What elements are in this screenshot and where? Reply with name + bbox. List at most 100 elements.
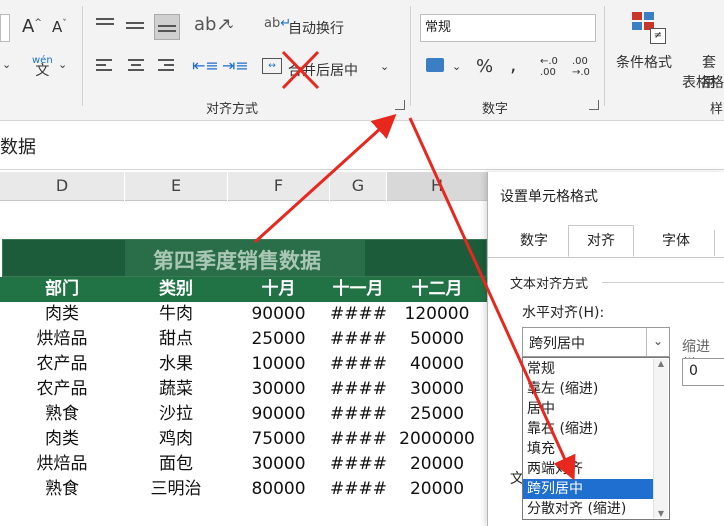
chevron-down-icon[interactable]: ⌄ bbox=[2, 58, 11, 71]
table-cell[interactable]: #### bbox=[330, 327, 387, 352]
scroll-up-icon[interactable]: ▲ bbox=[654, 359, 668, 368]
table-cell[interactable]: 面包 bbox=[125, 452, 227, 477]
column-header-e[interactable]: E bbox=[125, 172, 227, 201]
grow-font-icon[interactable]: A^ bbox=[22, 16, 42, 37]
accounting-format-icon[interactable] bbox=[426, 58, 444, 72]
wrap-text-label[interactable]: 自动换行 bbox=[288, 18, 344, 38]
conditional-format-label[interactable]: 条件格式 bbox=[616, 52, 672, 72]
increase-decimal-icon[interactable]: ←.0.00 bbox=[540, 56, 558, 78]
align-left-icon[interactable] bbox=[96, 58, 116, 76]
header-cell[interactable]: 部门 bbox=[0, 277, 124, 302]
column-header-d[interactable]: D bbox=[0, 172, 124, 201]
scroll-down-icon[interactable]: ▼ bbox=[654, 509, 668, 518]
merge-center-icon[interactable]: ↔ bbox=[262, 58, 282, 74]
align-right-icon[interactable] bbox=[156, 58, 176, 76]
table-cell[interactable]: 水果 bbox=[125, 352, 227, 377]
align-top-icon[interactable] bbox=[96, 16, 116, 36]
conditional-format-icon[interactable]: ≠ bbox=[632, 12, 666, 44]
table-cell[interactable]: #### bbox=[330, 402, 387, 427]
table-cell[interactable]: 烘焙品 bbox=[0, 452, 124, 477]
header-cell[interactable]: 十月 bbox=[228, 277, 329, 302]
tab-font[interactable]: 字体 bbox=[644, 226, 708, 256]
chevron-down-icon[interactable]: ⌄ bbox=[452, 60, 461, 73]
decrease-indent-icon[interactable]: ⇤≡ bbox=[192, 56, 219, 75]
table-cell[interactable]: 50000 bbox=[387, 327, 487, 352]
table-cell[interactable]: 鸡肉 bbox=[125, 427, 227, 452]
dropdown-option-center-across-selection[interactable]: 跨列居中 bbox=[523, 479, 653, 499]
comma-button[interactable]: , bbox=[510, 52, 516, 76]
table-cell[interactable]: 蔬菜 bbox=[125, 377, 227, 402]
indent-input[interactable]: 0 bbox=[682, 358, 724, 386]
table-cell[interactable]: 2000000 bbox=[387, 427, 487, 452]
table-cell[interactable]: 熟食 bbox=[0, 477, 124, 502]
table-cell[interactable]: 30000 bbox=[228, 452, 329, 477]
align-bottom-icon[interactable] bbox=[154, 14, 180, 40]
table-cell[interactable]: #### bbox=[330, 352, 387, 377]
table-cell[interactable]: 30000 bbox=[387, 377, 487, 402]
table-cell[interactable]: 熟食 bbox=[0, 402, 124, 427]
table-cell[interactable]: #### bbox=[330, 377, 387, 402]
dropdown-option-justify[interactable]: 两端对齐 bbox=[523, 459, 653, 479]
table-cell[interactable]: #### bbox=[330, 427, 387, 452]
table-cell[interactable]: 90000 bbox=[228, 302, 329, 327]
table-cell[interactable]: #### bbox=[330, 302, 387, 327]
table-cell[interactable]: 农产品 bbox=[0, 377, 124, 402]
tab-border-edge[interactable] bbox=[714, 230, 724, 256]
table-cell[interactable]: 90000 bbox=[228, 402, 329, 427]
header-cell[interactable]: 类别 bbox=[125, 277, 227, 302]
table-cell[interactable]: 烘焙品 bbox=[0, 327, 124, 352]
table-cell[interactable]: 三明治 bbox=[125, 477, 227, 502]
chevron-down-icon[interactable]: ⌄ bbox=[646, 328, 669, 356]
table-cell[interactable]: #### bbox=[330, 452, 387, 477]
table-cell[interactable]: 甜点 bbox=[125, 327, 227, 352]
table-format-label-bottom[interactable]: 表格格 bbox=[682, 72, 724, 92]
column-header-h[interactable]: H bbox=[387, 172, 487, 201]
table-cell[interactable]: 20000 bbox=[387, 477, 487, 502]
sheet-title-row[interactable]: 第四季度销售数据 bbox=[2, 239, 487, 277]
table-cell[interactable]: 农产品 bbox=[0, 352, 124, 377]
column-header-f[interactable]: F bbox=[228, 172, 329, 201]
table-cell[interactable]: 20000 bbox=[387, 452, 487, 477]
phonetic-guide-icon[interactable]: wén 文 bbox=[32, 56, 53, 79]
table-cell[interactable]: 40000 bbox=[387, 352, 487, 377]
table-cell[interactable]: 25000 bbox=[387, 402, 487, 427]
table-cell[interactable]: 沙拉 bbox=[125, 402, 227, 427]
dropdown-option-fill[interactable]: 填充 bbox=[523, 439, 653, 459]
tab-alignment[interactable]: 对齐 bbox=[568, 225, 634, 257]
table-cell[interactable]: 25000 bbox=[228, 327, 329, 352]
dropdown-option-center[interactable]: 居中 bbox=[523, 399, 653, 419]
chevron-down-icon[interactable]: ⌄ bbox=[58, 58, 67, 71]
table-cell[interactable]: 肉类 bbox=[0, 427, 124, 452]
table-cell[interactable]: #### bbox=[330, 477, 387, 502]
align-middle-icon[interactable] bbox=[126, 16, 146, 36]
dropdown-scrollbar[interactable]: ▲ ▼ bbox=[653, 359, 668, 518]
table-cell[interactable]: 75000 bbox=[228, 427, 329, 452]
chevron-down-icon[interactable]: ⌄ bbox=[380, 60, 389, 73]
font-size-combo-edge[interactable] bbox=[0, 14, 10, 42]
table-cell[interactable]: 80000 bbox=[228, 477, 329, 502]
dropdown-option-left[interactable]: 靠左 (缩进) bbox=[523, 379, 653, 399]
dropdown-option-general[interactable]: 常规 bbox=[523, 359, 653, 379]
dropdown-option-right[interactable]: 靠右 (缩进) bbox=[523, 419, 653, 439]
header-cell[interactable]: 十二月 bbox=[387, 277, 487, 302]
percent-button[interactable]: % bbox=[476, 56, 493, 77]
table-cell[interactable]: 10000 bbox=[228, 352, 329, 377]
number-format-combo[interactable]: 常规 bbox=[420, 14, 596, 42]
table-cell[interactable]: 肉类 bbox=[0, 302, 124, 327]
decrease-decimal-icon[interactable]: .00 →.0 bbox=[572, 56, 590, 78]
increase-indent-icon[interactable]: ⇥≡ bbox=[222, 56, 249, 75]
number-dialog-launcher-icon[interactable] bbox=[589, 100, 599, 110]
horizontal-align-select[interactable]: 跨列居中 ⌄ bbox=[522, 327, 670, 357]
align-center-icon[interactable] bbox=[126, 58, 146, 76]
shrink-font-icon[interactable]: Aˇ bbox=[52, 18, 67, 36]
tab-number[interactable]: 数字 bbox=[506, 226, 562, 256]
merge-center-label[interactable]: 合并后居中 bbox=[288, 60, 358, 80]
header-cell[interactable]: 十一月 bbox=[330, 277, 386, 302]
table-cell[interactable]: 120000 bbox=[387, 302, 487, 327]
chevron-down-icon[interactable]: ⌄ bbox=[226, 18, 235, 31]
column-header-g[interactable]: G bbox=[330, 172, 386, 201]
dropdown-option-distributed[interactable]: 分散对齐 (缩进) bbox=[523, 499, 653, 519]
alignment-dialog-launcher-icon[interactable] bbox=[395, 100, 405, 110]
table-cell[interactable]: 30000 bbox=[228, 377, 329, 402]
formula-bar[interactable]: 数据 bbox=[0, 121, 724, 170]
